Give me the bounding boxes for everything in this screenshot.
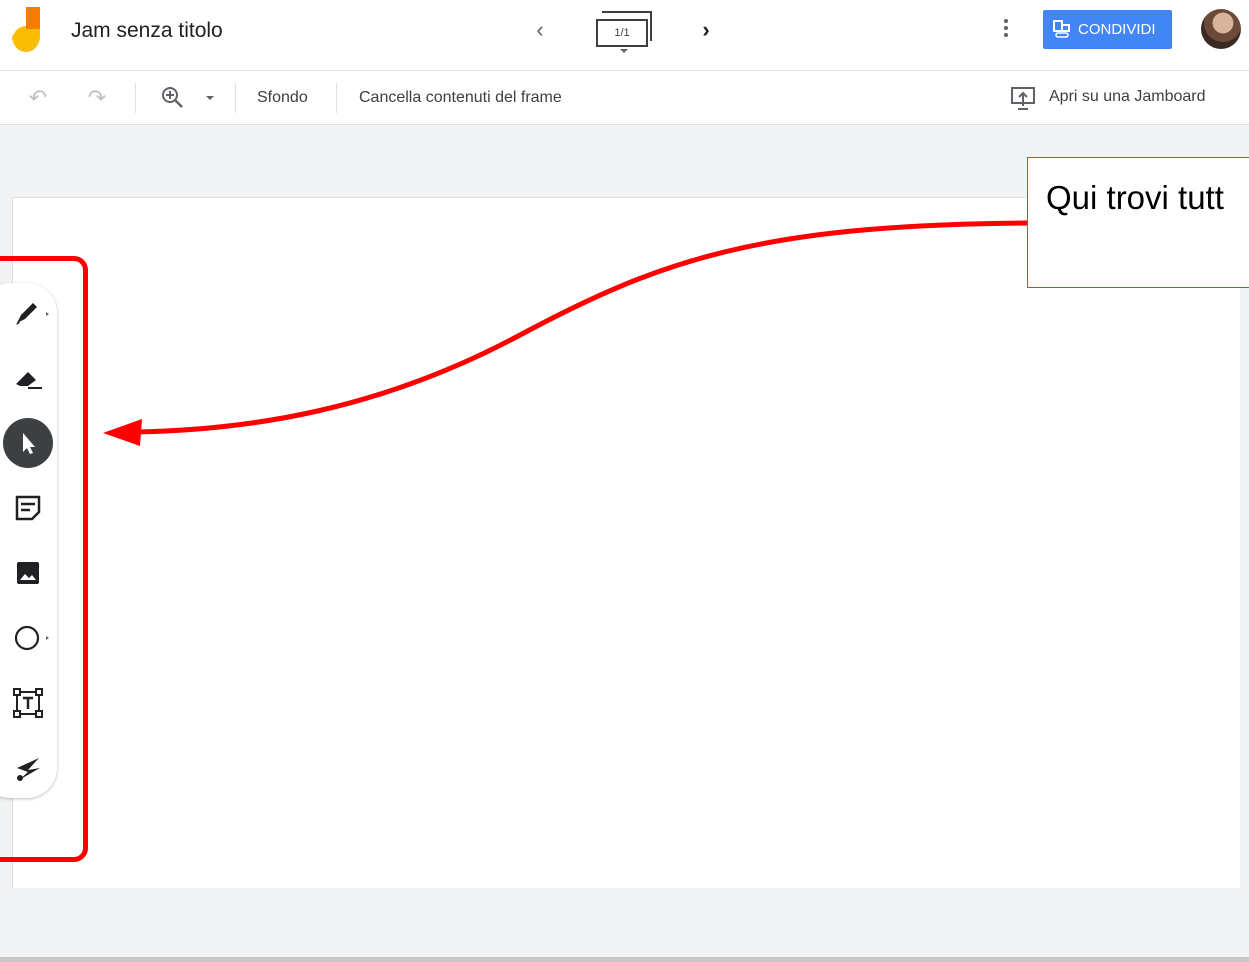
chevron-right-icon: › [702, 17, 710, 42]
background-button[interactable]: Sfondo [257, 89, 308, 107]
frame-counter: 1/1 [596, 19, 648, 47]
document-title[interactable]: Jam senza titolo [71, 19, 223, 43]
jamboard-logo-icon[interactable] [10, 7, 44, 53]
annotation-callout: Qui trovi tutt [1027, 157, 1249, 288]
top-bar: Jam senza titolo ‹ 1/1 › CONDIVIDI [0, 0, 1249, 71]
toolbar-divider [336, 83, 337, 113]
more-vert-icon [1004, 19, 1008, 23]
more-options-button[interactable] [994, 16, 1018, 46]
redo-icon: ↷ [87, 85, 107, 110]
toolbar-divider [135, 83, 136, 113]
chevron-left-icon: ‹ [536, 17, 544, 42]
frame-bar-toggle[interactable]: 1/1 [594, 9, 654, 57]
clear-frame-button[interactable]: Cancella contenuti del frame [359, 89, 562, 107]
redo-button[interactable]: ↷ [84, 85, 110, 111]
zoom-button[interactable] [158, 85, 188, 111]
zoom-dropdown-caret-icon[interactable] [206, 96, 214, 100]
user-avatar[interactable] [1201, 9, 1241, 49]
previous-frame-button[interactable]: ‹ [528, 16, 552, 44]
open-on-jamboard-label: Apri su una Jamboard [1049, 88, 1206, 105]
next-frame-button[interactable]: › [694, 16, 718, 44]
whiteboard-canvas[interactable] [12, 197, 1240, 888]
share-button[interactable]: CONDIVIDI [1043, 10, 1172, 49]
window-bottom-edge [0, 957, 1249, 962]
share-building-icon [1053, 20, 1070, 38]
toolbar-divider [235, 83, 236, 113]
undo-button[interactable]: ↶ [25, 85, 51, 111]
open-on-jamboard-button[interactable]: Apri su una Jamboard [1010, 85, 1230, 113]
action-toolbar: ↶ ↷ Sfondo Cancella contenuti del frame … [0, 71, 1249, 125]
undo-icon: ↶ [28, 85, 48, 110]
tool-panel-highlight [0, 256, 88, 862]
share-button-label: CONDIVIDI [1078, 21, 1156, 38]
cast-to-board-icon [1011, 87, 1035, 110]
callout-text: Qui trovi tutt [1046, 179, 1224, 216]
zoom-in-icon [162, 87, 183, 108]
caret-down-icon [620, 49, 628, 53]
